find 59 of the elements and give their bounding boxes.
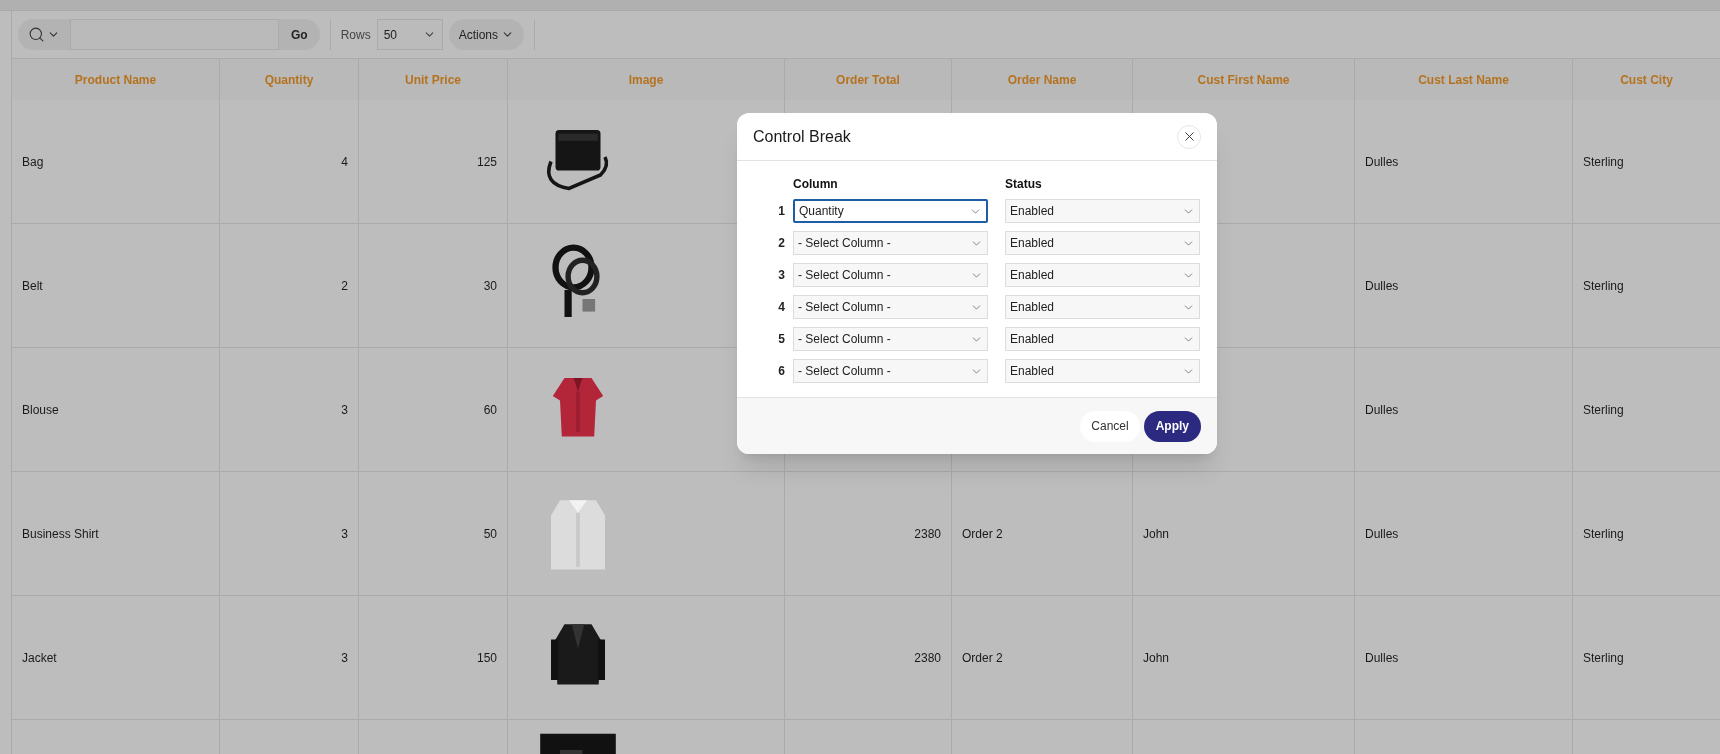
actions-button[interactable]: Actions	[448, 19, 525, 50]
column-select[interactable]: - Select Column -	[793, 231, 988, 255]
table-cell: Business Shirt	[12, 472, 220, 596]
table-cell: 3	[220, 472, 359, 596]
rows-select[interactable]: 50	[376, 19, 443, 50]
column-label: Column	[793, 176, 839, 193]
table-cell: Dulles	[1355, 596, 1573, 720]
column-select[interactable]: - Select Column -	[793, 327, 988, 351]
table-cell: 3	[220, 596, 359, 720]
table-cell: Dulles	[1355, 224, 1573, 348]
search-icon	[28, 26, 45, 43]
apply-button[interactable]: Apply	[1143, 410, 1201, 442]
column-select[interactable]: Quantity	[793, 199, 988, 223]
table-cell: Bag	[12, 100, 220, 224]
table-cell: John	[1133, 596, 1355, 720]
table-cell: Dulles	[1355, 100, 1573, 224]
status-select[interactable]: Enabled	[1005, 295, 1200, 319]
table-cell: 2380	[785, 472, 952, 596]
table-cell: 50	[359, 472, 508, 596]
status-select[interactable]: Enabled	[1005, 199, 1200, 223]
column-select[interactable]: - Select Column -	[793, 359, 988, 383]
table-cell: Jacket	[12, 596, 220, 720]
table-cell: 125	[359, 100, 508, 224]
table-cell: Sterling	[1573, 472, 1720, 596]
dialog-title: Control Break	[753, 126, 851, 147]
table-cell: 60	[359, 348, 508, 472]
table-cell: John	[1133, 472, 1355, 596]
column-select[interactable]: - Select Column -	[793, 295, 988, 319]
row-number: 2	[777, 235, 786, 252]
table-cell: 3	[220, 348, 359, 472]
table-cell: Dulles	[1355, 472, 1573, 596]
table-cell: Sterling	[1573, 348, 1720, 472]
status-select[interactable]: Enabled	[1005, 327, 1200, 351]
rows-label: Rows	[340, 26, 371, 44]
table-cell: Blouse	[12, 348, 220, 472]
row-number: 3	[777, 267, 786, 284]
status-select[interactable]: Enabled	[1005, 263, 1200, 287]
table-cell: 2380	[785, 596, 952, 720]
cancel-button[interactable]: Cancel	[1080, 410, 1140, 442]
row-number: 5	[777, 331, 786, 348]
table-cell: Belt	[12, 224, 220, 348]
row-number: 4	[777, 299, 786, 316]
table-cell: 2	[220, 224, 359, 348]
table-cell: Order 2	[952, 596, 1133, 720]
table-cell: Sterling	[1573, 100, 1720, 224]
status-select[interactable]: Enabled	[1005, 359, 1200, 383]
status-label: Status	[1005, 176, 1042, 193]
table-cell: 4	[220, 100, 359, 224]
column-select[interactable]: - Select Column -	[793, 263, 988, 287]
table-cell: 30	[359, 224, 508, 348]
table-cell: 150	[359, 596, 508, 720]
status-select[interactable]: Enabled	[1005, 231, 1200, 255]
table-cell: Dulles	[1355, 348, 1573, 472]
table-cell: Sterling	[1573, 596, 1720, 720]
row-number: 6	[777, 363, 786, 380]
row-number: 1	[777, 203, 786, 220]
table-cell: Sterling	[1573, 224, 1720, 348]
go-button[interactable]: Go	[279, 19, 320, 50]
table-cell: Order 2	[952, 472, 1133, 596]
